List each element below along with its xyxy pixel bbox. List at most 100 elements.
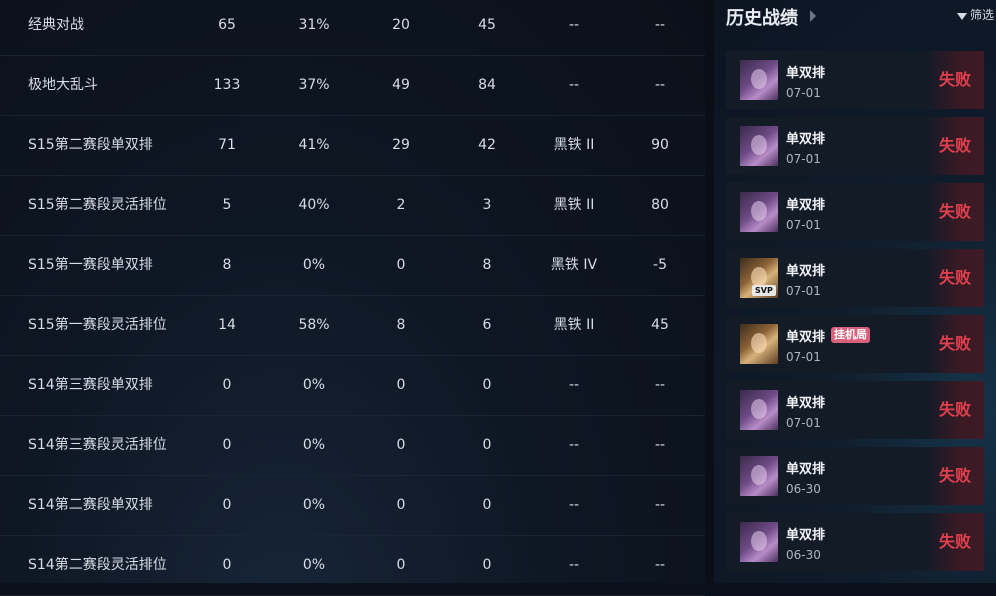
queue-name: S14第三赛段灵活排位 bbox=[28, 437, 167, 453]
match-queue: 单双排 bbox=[786, 132, 826, 147]
champion-avatar bbox=[740, 324, 778, 364]
table-row[interactable]: S14第三赛段灵活排位 0 0% 0 0 -- -- bbox=[0, 415, 705, 476]
chevron-right-icon[interactable] bbox=[810, 10, 816, 22]
champion-avatar bbox=[740, 192, 778, 232]
winrate-cell: 31% bbox=[298, 17, 330, 33]
match-result: 失败 bbox=[926, 51, 984, 109]
filter-label: 筛选 bbox=[969, 8, 994, 22]
champion-portrait bbox=[751, 267, 767, 287]
wins-cell: 0 bbox=[396, 497, 406, 513]
champion-avatar bbox=[740, 390, 778, 430]
champion-avatar bbox=[740, 456, 778, 496]
wins-cell: 2 bbox=[396, 197, 406, 213]
table-row[interactable]: S15第二赛段灵活排位 5 40% 2 3 黑铁 II 80 bbox=[0, 175, 705, 236]
match-result: 失败 bbox=[926, 513, 984, 571]
match-date: 07-01 bbox=[786, 86, 821, 100]
match-result: 失败 bbox=[926, 117, 984, 175]
losses-cell: 3 bbox=[482, 197, 492, 213]
table-row[interactable]: 经典对战 65 31% 20 45 -- -- bbox=[0, 0, 705, 56]
table-row[interactable]: S14第二赛段单双排 0 0% 0 0 -- -- bbox=[0, 475, 705, 536]
champion-portrait bbox=[751, 531, 767, 551]
filter-button[interactable]: 筛选 bbox=[956, 6, 994, 23]
tier-cell: 黑铁 II bbox=[553, 197, 595, 213]
match-card[interactable]: SVP 单双排 07-01 失败 bbox=[726, 249, 984, 307]
table-row[interactable]: S14第三赛段单双排 0 0% 0 0 -- -- bbox=[0, 355, 705, 416]
table-row[interactable]: S15第一赛段灵活排位 14 58% 8 6 黑铁 II 45 bbox=[0, 295, 705, 356]
match-queue: 单双排 bbox=[786, 330, 826, 345]
match-card[interactable]: 单双排 07-01 失败 bbox=[726, 183, 984, 241]
match-result: 失败 bbox=[926, 315, 984, 373]
history-title: 历史战绩 bbox=[726, 8, 798, 29]
match-queue: 单双排 bbox=[786, 396, 826, 411]
winrate-cell: 58% bbox=[298, 317, 330, 333]
tier-cell: -- bbox=[568, 557, 580, 573]
match-queue: 单双排 bbox=[786, 528, 826, 543]
losses-cell: 45 bbox=[478, 17, 496, 33]
queue-name: S15第一赛段灵活排位 bbox=[28, 317, 167, 333]
tier-cell: -- bbox=[568, 77, 580, 93]
winrate-cell: 0% bbox=[302, 497, 326, 513]
games-cell: 0 bbox=[222, 557, 232, 573]
match-date: 07-01 bbox=[786, 284, 821, 298]
tier-cell: -- bbox=[568, 497, 580, 513]
losses-cell: 0 bbox=[482, 377, 492, 393]
table-row[interactable]: 极地大乱斗 133 37% 49 84 -- -- bbox=[0, 55, 705, 116]
match-result: 失败 bbox=[926, 183, 984, 241]
tier-cell: 黑铁 II bbox=[553, 137, 595, 153]
queue-name: 经典对战 bbox=[28, 17, 84, 33]
lp-cell: -- bbox=[654, 77, 666, 93]
stats-table: 经典对战 65 31% 20 45 -- -- 极地大乱斗 133 37% 49 84 -- -- S15第… bbox=[0, 0, 705, 596]
match-queue: 单双排 bbox=[786, 462, 826, 477]
losses-cell: 0 bbox=[482, 497, 492, 513]
match-card[interactable]: 单双排 06-30 失败 bbox=[726, 513, 984, 571]
losses-cell: 42 bbox=[478, 137, 496, 153]
queue-name: 极地大乱斗 bbox=[28, 77, 98, 93]
wins-cell: 20 bbox=[392, 17, 410, 33]
match-date: 07-01 bbox=[786, 152, 821, 166]
table-row[interactable]: S15第二赛段单双排 71 41% 29 42 黑铁 II 90 bbox=[0, 115, 705, 176]
lp-cell: 90 bbox=[651, 137, 669, 153]
match-card[interactable]: 单双排 挂机局 07-01 失败 bbox=[726, 315, 984, 373]
queue-name: S14第三赛段单双排 bbox=[28, 377, 153, 393]
winrate-cell: 40% bbox=[298, 197, 330, 213]
games-cell: 8 bbox=[222, 257, 232, 273]
table-row[interactable]: S14第二赛段灵活排位 0 0% 0 0 -- -- bbox=[0, 535, 705, 596]
queue-name: S15第二赛段单双排 bbox=[28, 137, 153, 153]
winrate-cell: 0% bbox=[302, 437, 326, 453]
lp-cell: -- bbox=[654, 437, 666, 453]
games-cell: 0 bbox=[222, 437, 232, 453]
tier-cell: 黑铁 IV bbox=[550, 257, 598, 273]
games-cell: 14 bbox=[218, 317, 236, 333]
match-card[interactable]: 单双排 07-01 失败 bbox=[726, 381, 984, 439]
queue-name: S14第二赛段灵活排位 bbox=[28, 557, 167, 573]
champion-portrait bbox=[751, 201, 767, 221]
losses-cell: 0 bbox=[482, 557, 492, 573]
lp-cell: 80 bbox=[651, 197, 669, 213]
winrate-cell: 0% bbox=[302, 557, 326, 573]
losses-cell: 6 bbox=[482, 317, 492, 333]
champion-avatar bbox=[740, 60, 778, 100]
lp-cell: -5 bbox=[653, 257, 667, 273]
table-row[interactable]: S15第一赛段单双排 8 0% 0 8 黑铁 IV -5 bbox=[0, 235, 705, 296]
queue-name: S15第二赛段灵活排位 bbox=[28, 197, 167, 213]
wins-cell: 0 bbox=[396, 557, 406, 573]
queue-name: S14第二赛段单双排 bbox=[28, 497, 153, 513]
games-cell: 0 bbox=[222, 377, 232, 393]
match-card[interactable]: 单双排 06-30 失败 bbox=[726, 447, 984, 505]
afk-tag: 挂机局 bbox=[831, 327, 870, 343]
lp-cell: -- bbox=[654, 377, 666, 393]
match-result: 失败 bbox=[926, 381, 984, 439]
champion-avatar: SVP bbox=[740, 258, 778, 298]
losses-cell: 84 bbox=[478, 77, 496, 93]
match-card[interactable]: 单双排 07-01 失败 bbox=[726, 51, 984, 109]
games-cell: 0 bbox=[222, 497, 232, 513]
champion-portrait bbox=[751, 399, 767, 419]
match-result: 失败 bbox=[926, 447, 984, 505]
lp-cell: -- bbox=[654, 497, 666, 513]
match-date: 07-01 bbox=[786, 416, 821, 430]
match-queue: 单双排 bbox=[786, 198, 826, 213]
wins-cell: 29 bbox=[392, 137, 410, 153]
champion-avatar bbox=[740, 126, 778, 166]
match-card[interactable]: 单双排 07-01 失败 bbox=[726, 117, 984, 175]
match-date: 06-30 bbox=[786, 482, 821, 496]
